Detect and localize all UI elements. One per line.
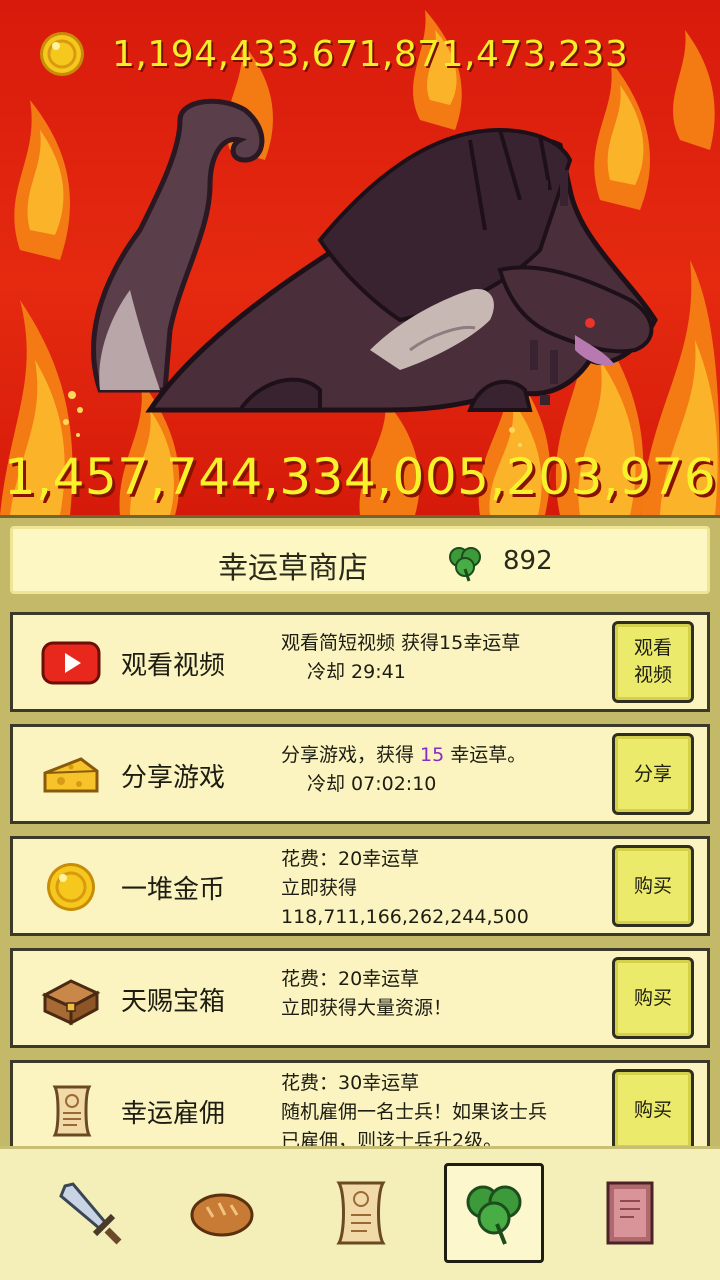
clover-count: 892: [503, 546, 553, 576]
nav-tab-food[interactable]: [172, 1163, 272, 1263]
battle-scene: 1,194,433,671,871,473,233 1,457,744,334,…: [0, 0, 720, 515]
clover-icon: [466, 1185, 522, 1245]
shop-item-gold-pile: 一堆金币 花费：20幸运草 立即获得 118,711,166,262,244,5…: [10, 836, 710, 936]
item-description: 花费：30幸运草 随机雇佣一名士兵！如果该士兵 已雇佣，则该士兵升2级。: [281, 1072, 548, 1152]
treasure-chest-icon: [41, 979, 101, 1026]
buy-hire-button[interactable]: 购买: [612, 1069, 694, 1151]
sword-icon: [59, 1182, 122, 1245]
reward-amount: 15: [420, 744, 445, 766]
buy-gold-button[interactable]: 购买: [612, 845, 694, 927]
scroll-icon: [52, 1085, 92, 1137]
item-name: 分享游戏: [121, 763, 226, 793]
watch-video-button[interactable]: 观看 视频: [612, 621, 694, 703]
gold-coin-icon: [40, 32, 84, 76]
shop-title: 幸运草商店: [218, 551, 368, 586]
nav-tab-book[interactable]: [580, 1163, 680, 1263]
scroll-icon: [336, 1181, 386, 1245]
video-play-icon: [41, 641, 101, 685]
item-name: 幸运雇佣: [121, 1099, 226, 1129]
shop-header: 幸运草商店 892: [10, 526, 710, 594]
item-name: 天赐宝箱: [121, 987, 226, 1017]
item-description: 观看简短视频 获得15幸运草 冷却 29:41: [281, 629, 520, 687]
gold-amount: 1,194,433,671,871,473,233: [112, 33, 629, 75]
shop-item-share-game: 分享游戏 分享游戏，获得 15 幸运草。 冷却 07:02:10 分享: [10, 724, 710, 824]
item-description: 分享游戏，获得 15 幸运草。 冷却 07:02:10: [281, 741, 526, 799]
cooldown-timer: 冷却 07:02:10: [307, 773, 437, 795]
bread-icon: [190, 1193, 254, 1237]
enemy-hp-value: 1,457,744,334,005,203,976: [3, 448, 717, 506]
cooldown-timer: 冷却 29:41: [307, 661, 406, 683]
buy-chest-button[interactable]: 购买: [612, 957, 694, 1039]
gold-reward-amount: 118,711,166,262,244,500: [281, 906, 529, 928]
nav-tab-clover-shop[interactable]: [444, 1163, 544, 1263]
nav-tab-weapons[interactable]: [40, 1163, 140, 1263]
item-description: 花费：20幸运草 立即获得 118,711,166,262,244,500: [281, 848, 529, 928]
share-button[interactable]: 分享: [612, 733, 694, 815]
dragon-boss[interactable]: [70, 90, 670, 430]
shop-item-lucky-hire: 幸运雇佣 花费：30幸运草 随机雇佣一名士兵！如果该士兵 已雇佣，则该士兵升2级…: [10, 1060, 710, 1152]
cheese-icon: [43, 757, 99, 793]
shop-item-treasure-chest: 天赐宝箱 花费：20幸运草 立即获得大量资源！ 购买: [10, 948, 710, 1048]
gold-counter: 1,194,433,671,871,473,233: [38, 30, 628, 78]
book-icon: [606, 1181, 654, 1245]
item-name: 观看视频: [121, 651, 226, 681]
clover-icon: [449, 547, 481, 582]
item-name: 一堆金币: [121, 875, 226, 905]
item-description: 花费：20幸运草 立即获得大量资源！: [281, 968, 453, 1019]
clover-shop-panel: 幸运草商店 892 观看视频 观看简短视频 获得15幸运草 冷却 29:41 观…: [0, 515, 720, 1152]
bottom-navigation: [0, 1146, 720, 1280]
shop-item-watch-video: 观看视频 观看简短视频 获得15幸运草 冷却 29:41 观看 视频: [10, 612, 710, 712]
nav-tab-hire[interactable]: [309, 1163, 409, 1263]
gold-coin-icon: [47, 863, 95, 911]
